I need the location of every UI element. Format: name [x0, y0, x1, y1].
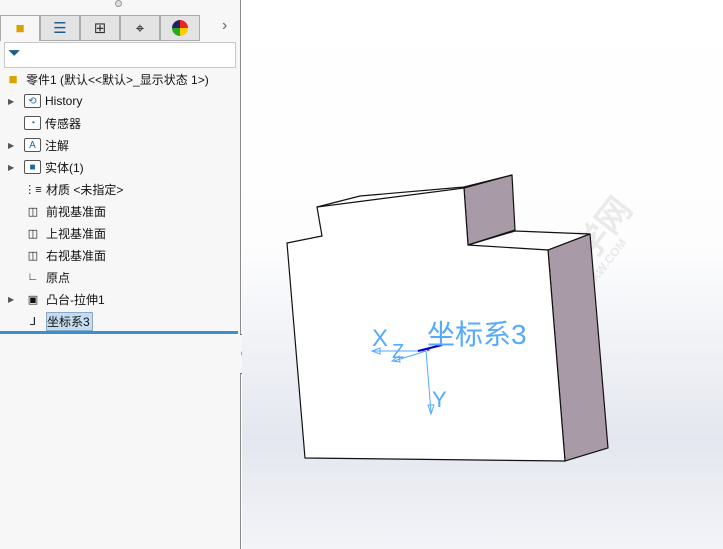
rollback-bar[interactable] [0, 331, 238, 334]
tree-item[interactable]: ▶ A 注解 [8, 135, 70, 155]
tree-item[interactable]: ⋮≡ 材质 <未指定> [24, 179, 123, 199]
tree-item-label: 注解 [45, 138, 70, 153]
filter-box[interactable]: ⏷ [4, 42, 236, 68]
graphics-viewport[interactable]: 软件自学网WWW.RJZXW.COM * X Z Y 坐标系3 [242, 0, 723, 549]
tree-item-label: 凸台-拉伸1 [46, 292, 105, 307]
tree-root-label: 零件1 (默认<<默认>_显示状态 1>) [26, 72, 209, 87]
tree-root[interactable]: ■ 零件1 (默认<<默认>_显示状态 1>) [4, 69, 209, 89]
tree-item-label: 传感器 [45, 116, 82, 131]
tree-item-label: 实体(1) [45, 160, 84, 175]
csys-label: 坐标系3 [427, 319, 527, 350]
expand-arrow-icon[interactable]: ▶ [8, 163, 14, 172]
annotation-folder-icon: A [24, 138, 41, 152]
configuration-manager-icon: ⊞ [93, 20, 107, 37]
coordinate-system-icon: ⅃ [29, 315, 37, 328]
expand-arrow-icon[interactable]: ▶ [8, 97, 14, 106]
dimxpert-icon: ⌖ [135, 19, 145, 37]
plane-icon: ◫ [27, 227, 39, 240]
plane-icon: ◫ [27, 249, 39, 262]
display-manager-icon [172, 20, 188, 36]
tab-feature-manager[interactable]: ■ [0, 15, 40, 41]
tree-item-label: 右视基准面 [46, 248, 107, 263]
tree-item[interactable]: ◫ 右视基准面 [24, 245, 106, 265]
origin-icon: ∟ [27, 271, 39, 283]
tree-item-label: 坐标系3 [46, 311, 93, 331]
chevron-right-icon[interactable]: › [222, 17, 227, 35]
x-label: X [372, 325, 388, 352]
tree-item[interactable]: ▶ ▣ 凸台-拉伸1 [8, 289, 105, 309]
model-drawing: * X Z Y 坐标系3 [286, 174, 609, 462]
solid-bodies-folder-icon: ■ [24, 160, 41, 174]
expand-arrow-icon[interactable]: ▶ [8, 295, 14, 304]
tree-item[interactable]: ◫ 前视基准面 [24, 201, 106, 221]
tree-item-label: History [45, 94, 83, 108]
material-icon: ⋮≡ [24, 183, 42, 196]
funnel-icon: ⏷ [8, 45, 21, 62]
tree-item[interactable]: ◫ 上视基准面 [24, 223, 106, 243]
property-manager-icon: ☰ [53, 20, 67, 37]
tree-item-label: 材质 <未指定> [46, 182, 124, 197]
expand-arrow-icon[interactable]: ▶ [8, 141, 14, 150]
feature-manager-panel: ■ ☰ ⊞ ⌖ › ⏷ ■ 零件1 (默认<<默认>_显示状态 1>) ▶ ⟲ Hi… [0, 0, 241, 549]
panel-grip[interactable] [115, 0, 122, 7]
sensor-folder-icon: ◔ [24, 116, 41, 130]
tab-dimxpert[interactable]: ⌖ [120, 15, 160, 41]
tree-item-label: 前视基准面 [46, 204, 107, 219]
part-icon: ■ [15, 20, 25, 37]
tree-item-label: 上视基准面 [46, 226, 107, 241]
tab-display-manager[interactable] [160, 15, 200, 41]
tab-property-manager[interactable]: ☰ [40, 15, 80, 41]
tree-item-label: 原点 [46, 270, 71, 285]
y-label: Y [432, 387, 447, 412]
plane-icon: ◫ [27, 205, 39, 218]
tab-configuration-manager[interactable]: ⊞ [80, 15, 120, 41]
part-icon: ■ [8, 70, 18, 88]
tree-item[interactable]: ◔ 传感器 [24, 113, 81, 133]
tree-item[interactable]: ▶ ■ 实体(1) [8, 157, 84, 177]
tree-item[interactable]: ∟ 原点 [24, 267, 70, 287]
tree-item[interactable]: ▶ ⟲ History [8, 91, 83, 111]
manager-tabs: ■ ☰ ⊞ ⌖ [0, 15, 200, 41]
history-folder-icon: ⟲ [24, 94, 41, 108]
tree-item[interactable]: ⅃ 坐标系3 [24, 311, 93, 331]
z-label: Z [392, 341, 404, 363]
extrude-icon: ▣ [27, 293, 39, 306]
